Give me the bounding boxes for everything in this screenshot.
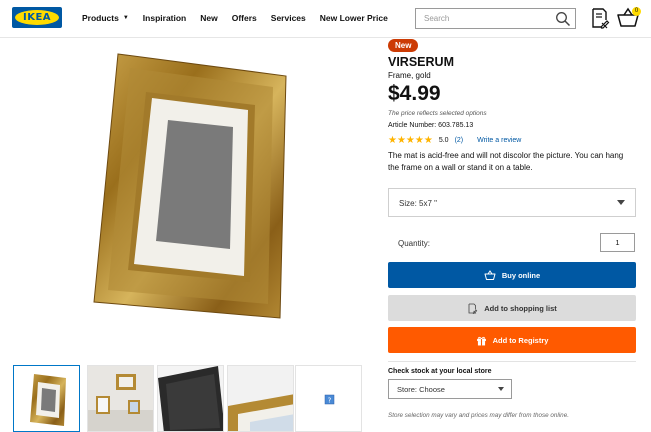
thumbnail-back-view[interactable] bbox=[157, 365, 224, 432]
chevron-down-icon bbox=[498, 387, 504, 391]
rating-value: 5.0 bbox=[438, 137, 449, 144]
size-select[interactable]: Size: 5x7 " bbox=[388, 188, 636, 217]
nav-offers[interactable]: Offers bbox=[232, 13, 257, 23]
add-to-shopping-list-button[interactable]: Add to shopping list bbox=[388, 295, 636, 321]
thumbnail-corner-detail[interactable] bbox=[227, 365, 294, 432]
rating-count-link[interactable]: (2) bbox=[455, 137, 464, 144]
logo-oval: IKEA bbox=[15, 10, 59, 25]
gift-icon bbox=[476, 336, 486, 345]
nav-products-label: Products bbox=[82, 13, 119, 23]
shopping-list-icon[interactable] bbox=[590, 7, 610, 29]
product-main-image[interactable] bbox=[90, 50, 310, 325]
ikea-logo[interactable]: IKEA bbox=[12, 7, 62, 28]
thumbnail-video[interactable]: ? bbox=[295, 365, 362, 432]
nav-inspiration[interactable]: Inspiration bbox=[143, 13, 186, 23]
thumbnail-image bbox=[228, 366, 293, 431]
shopping-list-icon bbox=[468, 303, 478, 314]
logo-text: IKEA bbox=[22, 12, 52, 23]
thumbnail-image bbox=[158, 366, 223, 431]
rating-row: ★★★★★ 5.0 (2) Write a review bbox=[388, 135, 521, 146]
rating-stars-icon: ★★★★★ bbox=[388, 135, 433, 146]
site-header: IKEA Products ▼ Inspiration New Offers Se… bbox=[0, 0, 651, 38]
nav-new[interactable]: New bbox=[200, 13, 217, 23]
cart-count-badge: 0 bbox=[632, 7, 641, 16]
new-badge: New bbox=[388, 39, 419, 52]
chevron-down-icon bbox=[617, 200, 625, 205]
add-to-registry-label: Add to Registry bbox=[492, 335, 549, 345]
product-details-text: The mat is acid-free and will not discol… bbox=[388, 151, 624, 172]
buy-online-label: Buy online bbox=[501, 270, 541, 280]
size-select-label: Size: 5x7 " bbox=[399, 199, 437, 208]
divider bbox=[388, 361, 636, 362]
add-to-registry-button[interactable]: Add to Registry bbox=[388, 327, 636, 353]
quantity-label: Quantity: bbox=[398, 239, 431, 248]
thumbnail-image: ? bbox=[296, 366, 361, 431]
nav-services[interactable]: Services bbox=[271, 13, 306, 23]
article-number: Article Number: 603.785.13 bbox=[388, 122, 474, 129]
thumbnail-image bbox=[88, 366, 153, 431]
nav-products[interactable]: Products ▼ bbox=[82, 13, 129, 23]
store-select[interactable]: Store: Choose bbox=[388, 379, 512, 399]
add-to-shopping-list-label: Add to shopping list bbox=[484, 303, 557, 313]
quantity-input[interactable]: 1 bbox=[600, 233, 635, 252]
stock-check-title: Check stock at your local store bbox=[388, 368, 492, 375]
product-description: Frame, gold bbox=[388, 71, 431, 80]
write-review-link[interactable]: Write a review bbox=[477, 137, 521, 144]
nav-new-lower-price[interactable]: New Lower Price bbox=[320, 13, 388, 23]
store-select-label: Store: Choose bbox=[397, 385, 445, 394]
search-input[interactable]: Search bbox=[415, 8, 576, 29]
price-note: The price reflects selected options bbox=[388, 110, 487, 117]
thumbnail-room-scene[interactable] bbox=[87, 365, 154, 432]
thumbnail-image bbox=[30, 374, 66, 426]
chevron-down-icon: ▼ bbox=[122, 15, 129, 21]
product-name: VIRSERUM bbox=[388, 55, 454, 69]
thumbnail-frame-front[interactable] bbox=[13, 365, 80, 432]
search-icon[interactable] bbox=[555, 11, 571, 27]
svg-text:?: ? bbox=[328, 397, 332, 405]
store-note: Store selection may vary and prices may … bbox=[388, 412, 569, 419]
product-price: $4.99 bbox=[388, 82, 441, 105]
main-nav: Products ▼ Inspiration New Offers Service… bbox=[82, 13, 402, 23]
buy-online-button[interactable]: Buy online bbox=[388, 262, 636, 288]
cart-icon bbox=[484, 269, 496, 280]
search-placeholder: Search bbox=[424, 14, 450, 23]
